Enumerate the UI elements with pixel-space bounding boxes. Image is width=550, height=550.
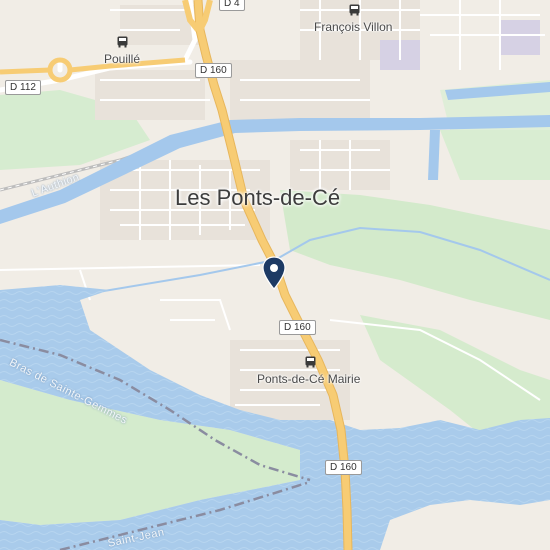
bus-stop-icon-pouille[interactable] (117, 36, 128, 48)
canal-east (428, 130, 440, 180)
city-label: Les Ponts-de-Cé (175, 185, 341, 210)
road-shield-d160-bottom: D 160 (325, 460, 362, 475)
road-shield-d112: D 112 (5, 80, 41, 95)
road-shield-d4: D 4 (219, 0, 245, 11)
place-label-francois-villon: François Villon (314, 20, 393, 34)
place-label-mairie: Ponts-de-Cé Mairie (257, 372, 361, 386)
bus-stop-icon-mairie[interactable] (305, 356, 316, 368)
road-shield-d160-top: D 160 (195, 63, 232, 78)
map-canvas[interactable]: D 4 D 112 D 160 D 160 D 160 Pouillé Fran… (0, 0, 550, 550)
road-shield-d160-mid: D 160 (279, 320, 316, 335)
place-label-pouille: Pouillé (104, 52, 141, 66)
location-marker-icon[interactable] (262, 256, 286, 290)
bus-stop-icon-francois-villon[interactable] (349, 4, 360, 16)
